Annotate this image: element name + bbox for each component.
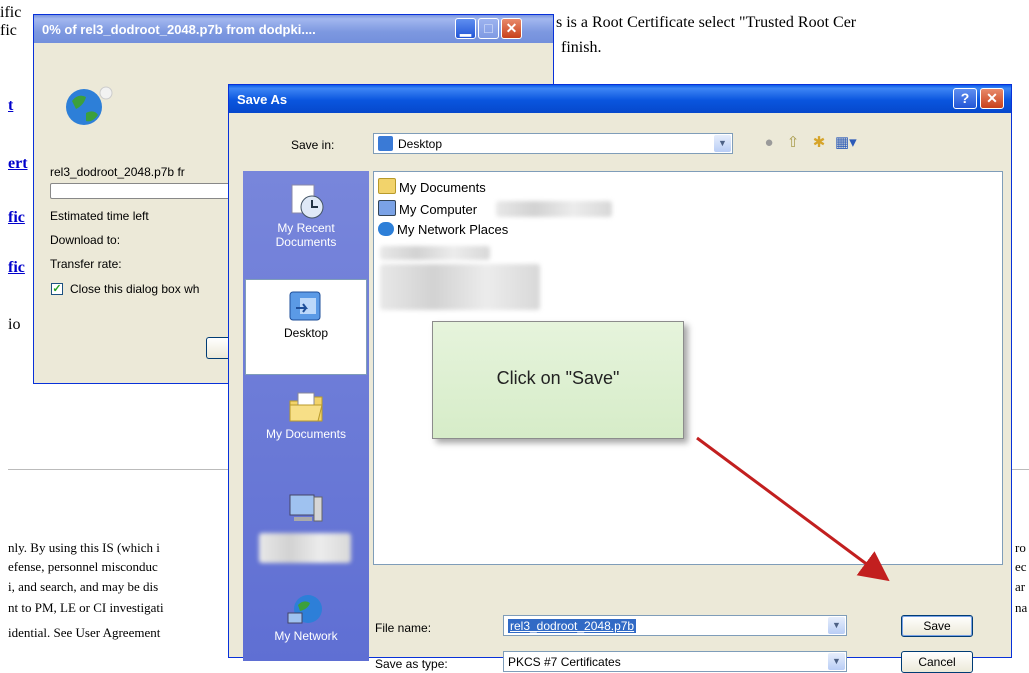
arrow-line [696,436,890,582]
annotation-arrow [696,436,890,582]
save-as-type-label: Save as type: [375,657,448,671]
